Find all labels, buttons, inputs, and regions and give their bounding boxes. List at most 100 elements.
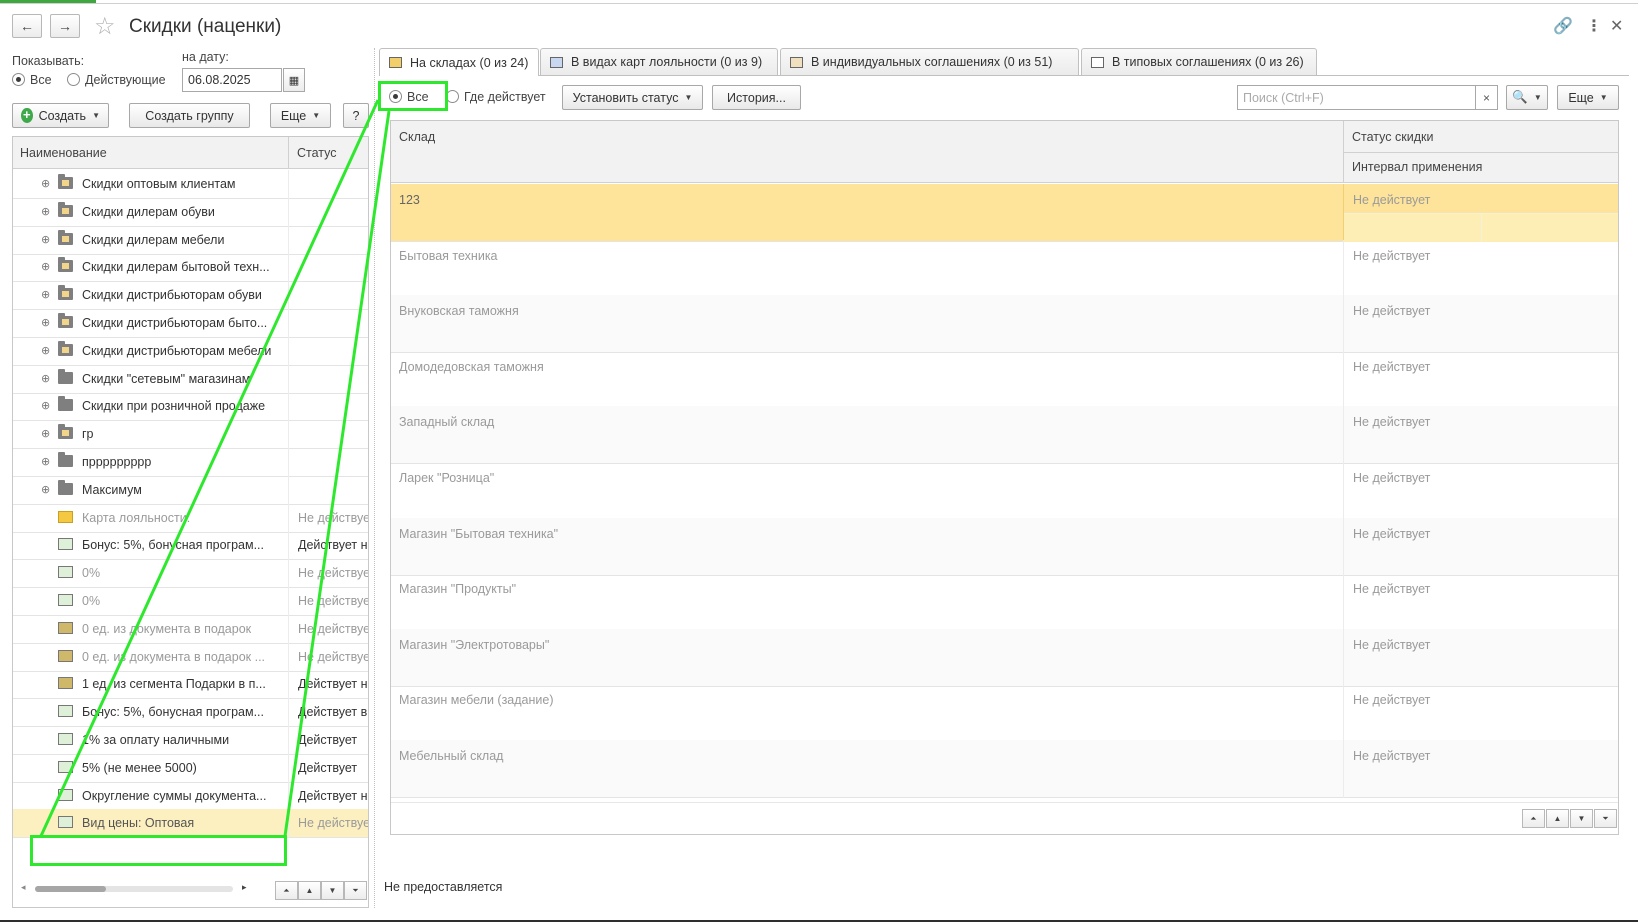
column-divider	[288, 197, 289, 227]
column-interval-header[interactable]: Интервал применения	[1352, 160, 1482, 174]
move-up-button[interactable]: ▲	[298, 881, 321, 900]
warehouse-cell: 123	[399, 193, 420, 207]
move-bottom-button[interactable]: ⏷	[1594, 809, 1617, 828]
set-status-button[interactable]: Установить статус ▼	[562, 85, 703, 110]
tree-row[interactable]: 1% за оплату наличными Действует	[13, 726, 368, 755]
tree-row[interactable]: 0% Не действует	[13, 587, 368, 616]
tab-typical-agreements[interactable]: В типовых соглашениях (0 из 26)	[1081, 48, 1317, 75]
link-icon[interactable]: 🔗	[1553, 16, 1573, 36]
tree-row[interactable]: ⊕ Максимум	[13, 475, 368, 505]
calendar-button[interactable]: ▦	[283, 68, 305, 92]
folder-icon	[58, 452, 73, 467]
expand-icon[interactable]: ⊕	[41, 372, 50, 385]
more-label: Еще	[280, 108, 307, 123]
tree-row[interactable]: ⊕ Скидки при розничной продаже	[13, 392, 368, 422]
tree-row[interactable]: 1 ед. из сегмента Подарки в п... Действуе…	[13, 670, 368, 700]
panel-splitter[interactable]	[374, 48, 375, 908]
tree-row[interactable]: Бонус: 5%, бонусная програм... Действует …	[13, 531, 368, 561]
forward-button[interactable]: →	[50, 14, 80, 38]
plus-icon: +	[21, 107, 33, 123]
table-row[interactable]: Бытовая техника Не действует	[391, 239, 1618, 298]
folder-icon	[58, 201, 73, 217]
help-button[interactable]: ?	[343, 103, 369, 128]
move-down-button[interactable]: ▼	[1570, 809, 1593, 828]
tree-row[interactable]: Карта лояльности: Не действует	[13, 503, 368, 533]
expand-icon[interactable]: ⊕	[41, 288, 50, 301]
column-divider	[288, 753, 289, 783]
scroll-right-icon[interactable]: ▸	[242, 882, 247, 893]
column-status-header[interactable]: Статус	[297, 146, 337, 160]
tree-row[interactable]: 0% Не действует	[13, 559, 368, 589]
create-group-button[interactable]: Создать группу	[129, 103, 250, 128]
table-row[interactable]: Внуковская таможня Не действует	[391, 295, 1618, 354]
expand-icon[interactable]: ⊕	[41, 205, 50, 218]
move-down-button[interactable]: ▼	[321, 881, 344, 900]
expand-icon[interactable]: ⊕	[41, 316, 50, 329]
status-note: Не предоставляется	[384, 880, 503, 894]
tree-row[interactable]: ⊕ Скидки дилерам бытовой техн...	[13, 253, 368, 283]
column-name-header[interactable]: Наименование	[20, 146, 107, 160]
clear-search-button[interactable]: ×	[1475, 85, 1498, 110]
expand-icon[interactable]: ⊕	[41, 427, 50, 440]
table-row[interactable]: Магазин "Продукты" Не действует	[391, 573, 1618, 632]
discounts-tree-table[interactable]: Наименование Статус ⊕ Скидки оптовым клие…	[12, 136, 369, 908]
create-button[interactable]: + Создать ▼	[12, 103, 109, 128]
radio-all-option[interactable]: Все	[12, 73, 52, 87]
tab-warehouses[interactable]: На складах (0 из 24)	[379, 48, 539, 76]
tree-row[interactable]: ⊕ Скидки дистрибьюторам быто...	[13, 309, 368, 338]
scroll-left-icon[interactable]: ◂	[21, 882, 26, 893]
table-row[interactable]: Западный склад Не действует	[391, 406, 1618, 465]
tree-row[interactable]: ⊕ Скидки оптовым клиентам	[13, 170, 368, 199]
warehouses-table[interactable]: Склад Статус скидки Интервал применения …	[390, 120, 1619, 835]
tree-row[interactable]: ⊕ Скидки дилерам обуви	[13, 197, 368, 227]
search-input[interactable]: Поиск (Ctrl+F)	[1237, 85, 1485, 110]
tree-row[interactable]: 0 ед. из документа в подарок Не действует	[13, 614, 368, 644]
expand-icon[interactable]: ⊕	[41, 233, 50, 246]
back-button[interactable]: ←	[12, 14, 42, 38]
expand-icon[interactable]: ⊕	[41, 483, 50, 496]
expand-icon[interactable]: ⊕	[41, 399, 50, 412]
close-icon[interactable]: ✕	[1610, 16, 1623, 36]
more-menu-icon[interactable]: ⋮	[1586, 16, 1602, 36]
move-top-button[interactable]: ⏶	[1522, 809, 1545, 828]
table-row[interactable]: Магазин "Бытовая техника" Не действует	[391, 517, 1618, 576]
dropdown-caret-icon: ▼	[1533, 93, 1542, 102]
history-button[interactable]: История...	[712, 85, 801, 110]
move-up-button[interactable]: ▲	[1546, 809, 1569, 828]
table-row[interactable]: Магазин мебели (задание) Не действует	[391, 684, 1618, 743]
right-radio-where-option[interactable]: Где действует	[446, 90, 546, 104]
tree-row[interactable]: ⊕ Скидки дистрибьюторам обуви	[13, 281, 368, 311]
table-row[interactable]: Ларек "Розница" Не действует	[391, 462, 1618, 520]
expand-icon[interactable]: ⊕	[41, 344, 50, 357]
search-button[interactable]: 🔍 ▼	[1506, 85, 1548, 110]
move-top-button[interactable]: ⏶	[275, 881, 298, 900]
expand-icon[interactable]: ⊕	[41, 177, 50, 190]
column-warehouse-header[interactable]: Склад	[399, 130, 435, 144]
tree-row[interactable]: ⊕ пррррррррр	[13, 448, 368, 477]
table-row[interactable]: Магазин "Электротовары" Не действует	[391, 628, 1618, 687]
expand-icon[interactable]: ⊕	[41, 455, 50, 468]
tab-loyalty-cards[interactable]: В видах карт лояльности (0 из 9)	[540, 48, 778, 75]
tree-row[interactable]: 5% (не менее 5000) Действует	[13, 753, 368, 783]
tree-row[interactable]: Округление суммы документа... Действует н	[13, 781, 368, 811]
scrollbar-thumb[interactable]	[35, 886, 106, 892]
favorite-star-icon[interactable]: ☆	[94, 12, 116, 41]
date-field[interactable]: 06.08.2025	[182, 68, 282, 92]
right-more-button[interactable]: Еще ▼	[1557, 85, 1619, 110]
expand-icon[interactable]: ⊕	[41, 260, 50, 273]
table-row[interactable]: Домодедовская таможня Не действует	[391, 350, 1618, 409]
move-bottom-button[interactable]: ⏷	[344, 881, 367, 900]
tree-row[interactable]: 0 ед. из документа в подарок ... Не дейст…	[13, 642, 368, 672]
tree-row[interactable]: ⊕ гр	[13, 420, 368, 450]
column-status-header[interactable]: Статус скидки	[1352, 130, 1433, 144]
tree-row[interactable]: ⊕ Скидки "сетевым" магазинам	[13, 364, 368, 394]
tree-row[interactable]: ⊕ Скидки дилерам мебели	[13, 225, 368, 255]
more-button[interactable]: Еще ▼	[270, 103, 331, 128]
table-row[interactable]: 123 Не действует	[391, 184, 1618, 242]
table-row[interactable]: Мебельный склад Не действует	[391, 740, 1618, 798]
tab-individual-agreements[interactable]: В индивидуальных соглашениях (0 из 51)	[780, 48, 1079, 75]
column-divider	[288, 392, 289, 422]
tree-row[interactable]: ⊕ Скидки дистрибьюторам мебели	[13, 336, 368, 366]
tree-row[interactable]: Бонус: 5%, бонусная програм... Действует …	[13, 698, 368, 728]
radio-active-option[interactable]: Действующие	[67, 73, 166, 87]
